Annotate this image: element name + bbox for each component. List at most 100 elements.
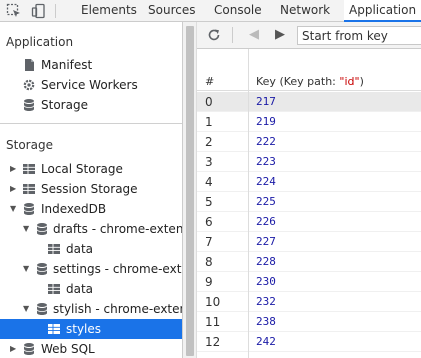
collapse-arrow-icon[interactable]: ▼ bbox=[23, 259, 29, 279]
row-key: 232 bbox=[256, 295, 276, 308]
start-from-key-input[interactable] bbox=[297, 26, 421, 45]
device-toolbar-icon[interactable] bbox=[31, 3, 47, 19]
sidebar-item-label: styles bbox=[66, 322, 102, 336]
sidebar-item-indexeddb[interactable]: ▼ IndexedDB bbox=[0, 199, 182, 219]
tab-network[interactable]: Network bbox=[276, 0, 334, 22]
refresh-icon[interactable] bbox=[205, 26, 223, 44]
sidebar-item-store-data[interactable]: data bbox=[0, 279, 182, 299]
table-row[interactable]: 4 224 bbox=[197, 172, 421, 192]
row-key: 230 bbox=[256, 275, 276, 288]
tab-application[interactable]: Application bbox=[344, 0, 421, 22]
collapse-arrow-icon[interactable]: ▼ bbox=[10, 199, 16, 219]
table-row[interactable]: 3 223 bbox=[197, 152, 421, 172]
row-key: 242 bbox=[256, 335, 276, 348]
sidebar-item-local-storage[interactable]: ▶ Local Storage bbox=[0, 159, 182, 179]
sidebar-item-web-sql[interactable]: ▶ Web SQL bbox=[0, 339, 182, 358]
row-index: 12 bbox=[205, 335, 221, 349]
sidebar-item-label: Manifest bbox=[41, 58, 93, 72]
row-key: 224 bbox=[256, 175, 276, 188]
sidebar-item-label: stylish - chrome-extension://... bbox=[53, 302, 182, 316]
column-header-index[interactable]: # bbox=[205, 75, 214, 88]
database-icon bbox=[23, 203, 35, 215]
sidebar-item-session-storage[interactable]: ▶ Session Storage bbox=[0, 179, 182, 199]
table-row[interactable]: 8 228 bbox=[197, 252, 421, 272]
scrollbar-thumb[interactable] bbox=[186, 26, 194, 356]
row-index: 8 bbox=[205, 255, 213, 269]
database-icon bbox=[36, 263, 48, 275]
row-index: 9 bbox=[205, 275, 213, 289]
table-icon bbox=[48, 324, 60, 334]
row-index: 5 bbox=[205, 195, 213, 209]
sidebar-item-service-workers[interactable]: Service Workers bbox=[0, 75, 182, 95]
row-index: 4 bbox=[205, 175, 213, 189]
tab-elements[interactable]: Elements bbox=[77, 0, 141, 22]
indexeddb-data-view: ◀ ▶ # Key (Key path: "id") 0217121922223… bbox=[197, 22, 421, 358]
next-page-icon[interactable]: ▶ bbox=[271, 26, 289, 44]
section-title-application: Application bbox=[6, 35, 74, 49]
sidebar-item-db-drafts[interactable]: ▼ drafts - chrome-extension://... bbox=[0, 219, 183, 239]
column-header-key[interactable]: Key (Key path: "id") bbox=[256, 75, 364, 88]
row-index: 3 bbox=[205, 155, 213, 169]
database-icon bbox=[23, 99, 35, 111]
table-icon bbox=[48, 244, 60, 254]
database-icon bbox=[23, 343, 35, 355]
table-icon bbox=[23, 184, 35, 194]
row-index: 11 bbox=[205, 315, 221, 329]
expand-arrow-icon[interactable]: ▶ bbox=[10, 179, 16, 199]
tab-sources[interactable]: Sources bbox=[144, 0, 199, 22]
table-row[interactable]: 1 219 bbox=[197, 112, 421, 132]
column-divider bbox=[248, 49, 249, 358]
row-key: 223 bbox=[256, 155, 276, 168]
sidebar-item-label: Local Storage bbox=[41, 162, 123, 176]
sidebar-item-label: Storage bbox=[41, 98, 88, 112]
expand-arrow-icon[interactable]: ▶ bbox=[10, 159, 16, 179]
row-key: 226 bbox=[256, 215, 276, 228]
sidebar-item-db-stylish[interactable]: ▼ stylish - chrome-extension://... bbox=[0, 299, 182, 319]
row-index: 1 bbox=[205, 115, 213, 129]
data-view-toolbar: ◀ ▶ bbox=[197, 22, 421, 49]
row-index: 6 bbox=[205, 215, 213, 229]
table-row[interactable]: 11 238 bbox=[197, 312, 421, 332]
table-row[interactable]: 5 225 bbox=[197, 192, 421, 212]
previous-page-icon[interactable]: ◀ bbox=[245, 26, 263, 44]
row-key: 217 bbox=[256, 95, 276, 108]
collapse-arrow-icon[interactable]: ▼ bbox=[23, 219, 29, 239]
row-key: 219 bbox=[256, 115, 276, 128]
toolbar-divider bbox=[232, 27, 233, 43]
table-row[interactable]: 0 217 bbox=[197, 92, 421, 112]
sidebar-scrollbar[interactable] bbox=[183, 22, 197, 358]
inspect-element-icon[interactable] bbox=[6, 3, 22, 19]
sidebar-item-store-styles[interactable]: styles bbox=[0, 319, 182, 339]
sidebar-item-label: IndexedDB bbox=[41, 202, 107, 216]
table-row[interactable]: 10 232 bbox=[197, 292, 421, 312]
gear-icon bbox=[23, 79, 35, 91]
sidebar-item-label: Session Storage bbox=[41, 182, 138, 196]
expand-arrow-icon[interactable]: ▶ bbox=[10, 339, 16, 358]
table-row[interactable]: 9 230 bbox=[197, 272, 421, 292]
sidebar-item-storage[interactable]: Storage bbox=[0, 95, 182, 115]
row-key: 227 bbox=[256, 235, 276, 248]
table-icon bbox=[23, 164, 35, 174]
collapse-arrow-icon[interactable]: ▼ bbox=[23, 299, 29, 319]
row-key: 225 bbox=[256, 195, 276, 208]
database-icon bbox=[36, 223, 48, 235]
document-icon bbox=[25, 59, 34, 71]
tab-console[interactable]: Console bbox=[210, 0, 266, 22]
table-row[interactable]: 7 227 bbox=[197, 232, 421, 252]
sidebar-item-label: data bbox=[66, 282, 94, 296]
sidebar-item-store-data[interactable]: data bbox=[0, 239, 182, 259]
table-row[interactable]: 2 222 bbox=[197, 132, 421, 152]
sidebar-item-label: data bbox=[66, 242, 94, 256]
sidebar-item-label: Web SQL bbox=[41, 342, 95, 356]
sidebar-item-label: drafts - chrome-extension://... bbox=[53, 222, 183, 236]
key-header-prefix: Key (Key path: bbox=[256, 75, 340, 88]
key-header-suffix: ) bbox=[359, 75, 364, 88]
sidebar-item-db-settings[interactable]: ▼ settings - chrome-extension://... bbox=[0, 259, 182, 279]
database-icon bbox=[36, 303, 48, 315]
table-icon bbox=[48, 284, 60, 294]
table-row[interactable]: 12 242 bbox=[197, 332, 421, 352]
sidebar-item-manifest[interactable]: Manifest bbox=[0, 55, 182, 75]
row-index: 2 bbox=[205, 135, 213, 149]
table-row[interactable]: 6 226 bbox=[197, 212, 421, 232]
row-key: 228 bbox=[256, 255, 276, 268]
